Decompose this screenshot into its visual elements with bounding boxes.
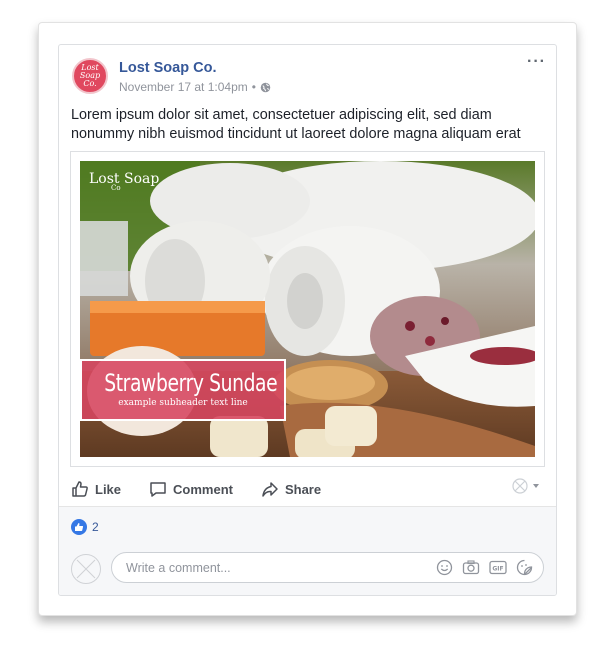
gif-icon[interactable]: GIF [489, 559, 507, 576]
post-body-text: Lorem ipsum dolor sit amet, consectetuer… [71, 107, 521, 142]
sticker-icon[interactable] [516, 559, 533, 576]
more-options-button[interactable]: ··· [527, 53, 546, 71]
emoji-icon[interactable] [436, 559, 453, 576]
facebook-post-card: Lost Soap Co. Lost Soap Co. November 17 … [58, 44, 557, 596]
overlay-subtitle: example subheader text line [118, 398, 248, 408]
reactions-summary[interactable]: 2 [59, 506, 556, 548]
share-button[interactable]: Share [261, 480, 321, 498]
image-overlay-banner: Strawberry Sundae example subheader text… [80, 359, 286, 421]
image-logo: Lost Soap Co [89, 171, 159, 192]
meta-separator: • [251, 80, 256, 94]
like-reaction-icon [71, 519, 87, 535]
commenter-avatar [71, 554, 101, 584]
like-button[interactable]: Like [71, 480, 121, 498]
share-label: Share [284, 481, 322, 497]
globe-icon [260, 82, 271, 92]
page-name-link[interactable]: Lost Soap Co. [119, 60, 216, 76]
image-logo-text: Lost Soap [89, 171, 160, 187]
page-avatar[interactable]: Lost Soap Co. [72, 58, 108, 94]
comment-input-tools: GIF [436, 559, 533, 576]
comment-placeholder: Write a comment... [126, 561, 231, 575]
thumbs-up-outline-icon [72, 481, 88, 497]
camera-icon[interactable] [462, 559, 480, 576]
post-photo[interactable]: Lost Soap Co Strawberry Sundae example s… [80, 161, 535, 457]
svg-text:GIF: GIF [492, 566, 503, 573]
post-meta: November 17 at 1:04pm • [119, 80, 271, 94]
comment-label: Comment [173, 481, 233, 497]
comment-button[interactable]: Comment [149, 480, 233, 498]
post-actions-bar: Like Comment Share [59, 473, 556, 505]
post-image-frame[interactable]: Lost Soap Co Strawberry Sundae example s… [70, 151, 545, 467]
blocked-avatar-icon [512, 478, 528, 494]
share-arrow-icon [262, 482, 278, 497]
avatar-logo-text: Lost Soap Co. [79, 63, 101, 88]
comment-input[interactable]: Write a comment... GIF [111, 552, 544, 583]
caret-down-icon [533, 484, 539, 488]
reaction-count[interactable]: 2 [92, 520, 99, 534]
reaction-audience-selector[interactable] [512, 478, 540, 494]
overlay-title: Strawberry Sundae [104, 369, 278, 397]
like-label: Like [95, 481, 122, 497]
post-timestamp[interactable]: November 17 at 1:04pm [119, 80, 248, 94]
post-mockup-frame: Lost Soap Co. Lost Soap Co. November 17 … [38, 22, 577, 616]
comment-composer: Write a comment... GIF [59, 547, 556, 595]
comment-bubble-icon [150, 482, 166, 497]
